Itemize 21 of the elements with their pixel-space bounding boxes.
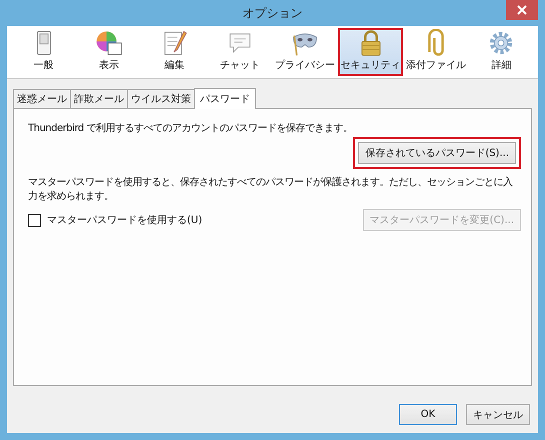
master-password-checkbox[interactable]: マスターパスワードを使用する(U) [28, 213, 202, 227]
dialog-button[interactable]: キャンセル [466, 404, 530, 425]
window-title: オプション [242, 4, 302, 22]
color-wheel-icon [94, 29, 124, 57]
toolbar-button[interactable]: チャット [207, 28, 272, 76]
toolbar-button[interactable]: 編集 [142, 28, 208, 76]
toolbar-button[interactable]: プライバシー [272, 28, 338, 76]
toolbar-button[interactable]: 添付ファイル [403, 28, 469, 76]
toolbar-button[interactable]: 一般 [11, 28, 76, 76]
tab[interactable]: パスワード [194, 88, 256, 109]
tab[interactable]: 迷惑メール [13, 89, 71, 108]
close-button[interactable] [506, 0, 538, 20]
description-text: Thunderbird で利用するすべてのアカウントのパスワードを保存できます。 [28, 122, 354, 135]
dialog-button[interactable]: OK [399, 404, 457, 425]
description-text: マスターパスワードを使用すると、保存されたすべてのパスワードが保護されます。ただし、セッションごとに入力を求められます。 [28, 176, 514, 203]
close-icon [517, 5, 527, 15]
toolbar-button[interactable]: 表示 [76, 28, 142, 76]
toolbar-button[interactable]: 詳細 [468, 28, 534, 76]
toolbar-button[interactable]: セキュリティ [338, 28, 404, 76]
saved-passwords-button[interactable]: 保存されているパスワード(S)... [358, 142, 516, 164]
checkbox[interactable] [28, 214, 41, 226]
